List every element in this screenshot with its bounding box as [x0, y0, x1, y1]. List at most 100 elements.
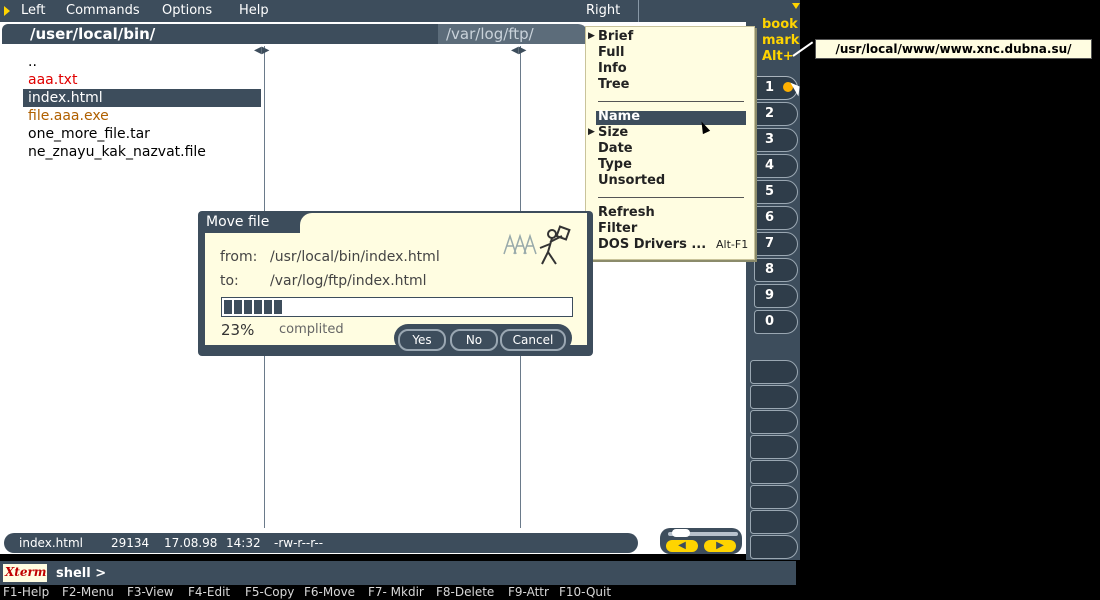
bookmark-slot[interactable]: [750, 410, 798, 434]
fkey-mkdir[interactable]: F7- Mkdir: [368, 585, 424, 599]
shell-bar: Xterm shell >: [0, 561, 796, 585]
menu-item-date[interactable]: Date: [598, 141, 633, 157]
bookmark-slot[interactable]: [750, 460, 798, 484]
menu-item-dos-drivers[interactable]: DOS Drivers ...: [598, 237, 706, 253]
progress-fill: [224, 300, 284, 314]
no-button[interactable]: No: [450, 329, 498, 351]
bookmark-5[interactable]: 5: [754, 180, 798, 204]
corner-arrow-icon: [792, 3, 800, 9]
function-keys: F1-Help F2-Menu F3-View F4-Edit F5-Copy …: [0, 585, 800, 600]
to-value: /var/log/ftp/index.html: [270, 273, 427, 289]
fkey-menu[interactable]: F2-Menu: [62, 585, 114, 599]
bookmark-4[interactable]: 4: [754, 154, 798, 178]
bookmark-slot[interactable]: [750, 360, 798, 384]
menu-item-info[interactable]: Info: [598, 61, 627, 77]
menu-item-type[interactable]: Type: [598, 157, 632, 173]
menu-item-name[interactable]: Name: [598, 109, 640, 125]
menu-options[interactable]: Options: [162, 3, 212, 18]
menu-left[interactable]: Left: [21, 3, 45, 18]
left-path-tab[interactable]: /user/local/bin/: [2, 24, 442, 44]
progress-segment: [254, 300, 262, 314]
right-path: /var/log/ftp/: [446, 25, 534, 43]
to-label: to:: [220, 273, 239, 289]
bookmark-tooltip: /usr/local/www/www.xnc.dubna.su/: [815, 39, 1092, 59]
menu-item-unsorted[interactable]: Unsorted: [598, 173, 665, 189]
progress-segment: [264, 300, 272, 314]
menu-bar: Left Commands Options Help Right: [0, 0, 746, 23]
menu-divider: [638, 0, 639, 22]
fkey-view[interactable]: F3-View: [127, 585, 174, 599]
menu-right[interactable]: Right: [586, 3, 620, 18]
progress-segment: [274, 300, 282, 314]
xterm-logo[interactable]: Xterm: [3, 564, 47, 582]
status-filename: index.html: [19, 536, 83, 550]
file-item-file-aaa-exe[interactable]: file.aaa.exe: [28, 107, 109, 125]
from-value: /usr/local/bin/index.html: [270, 249, 440, 265]
cancel-button[interactable]: Cancel: [500, 329, 566, 351]
fkey-copy[interactable]: F5-Copy: [245, 585, 294, 599]
fkey-help[interactable]: F1-Help: [3, 585, 49, 599]
shell-prompt[interactable]: shell >: [56, 566, 106, 581]
progress-segment: [224, 300, 232, 314]
status-time: 14:32: [226, 536, 261, 550]
menu-item-size[interactable]: Size: [598, 125, 628, 141]
scroll-left-icon[interactable]: ◀: [666, 540, 698, 552]
bookmark-7[interactable]: 7: [754, 232, 798, 256]
bookmark-9[interactable]: 9: [754, 284, 798, 308]
menu-separator: [598, 101, 744, 102]
view-dropdown-menu: ▶ Brief Full Info Tree Name ▶ Size Date …: [585, 26, 755, 260]
scroll-thumb[interactable]: [672, 529, 690, 537]
bookmark-8[interactable]: 8: [754, 258, 798, 282]
corner-arrow-icon: [4, 6, 10, 16]
fkey-delete[interactable]: F8-Delete: [436, 585, 494, 599]
moving-file-icon: [496, 224, 572, 268]
bookmark-slot[interactable]: [750, 385, 798, 409]
fkey-move[interactable]: F6-Move: [304, 585, 355, 599]
file-item-aaa-txt[interactable]: aaa.txt: [28, 71, 77, 89]
bookmark-3[interactable]: 3: [754, 128, 798, 152]
progress-bar: [221, 297, 573, 317]
bookmark-6[interactable]: 6: [754, 206, 798, 230]
fkey-attr[interactable]: F9-Attr: [508, 585, 549, 599]
file-item-ne-znayu[interactable]: ne_znayu_kak_nazvat.file: [28, 143, 206, 161]
triangle-right-icon: ▶: [588, 31, 595, 41]
status-perms: -rw-r--r--: [274, 536, 324, 550]
dialog-title: Move file: [206, 214, 270, 230]
menu-item-filter[interactable]: Filter: [598, 221, 637, 237]
menu-item-full[interactable]: Full: [598, 45, 624, 61]
progress-segment: [234, 300, 242, 314]
status-bar: index.html 29134 17.08.98 14:32 -rw-r--r…: [4, 533, 638, 553]
bookmark-slot[interactable]: [750, 535, 798, 559]
scroll-right-icon[interactable]: ▶: [704, 540, 736, 552]
fkey-quit[interactable]: F10-Quit: [559, 585, 611, 599]
bookmark-1[interactable]: 1: [754, 76, 798, 100]
bookmark-2[interactable]: 2: [754, 102, 798, 126]
menu-item-brief[interactable]: Brief: [598, 29, 633, 45]
bookmark-slot[interactable]: [750, 485, 798, 509]
menu-help[interactable]: Help: [239, 3, 269, 18]
bookmark-0[interactable]: 0: [754, 310, 798, 334]
menu-item-refresh[interactable]: Refresh: [598, 205, 655, 221]
column-resize-icon[interactable]: ◀▶: [254, 45, 269, 56]
file-item-one-more-file[interactable]: one_more_file.tar: [28, 125, 150, 143]
column-resize-icon[interactable]: ◀▶: [511, 45, 526, 56]
yes-button[interactable]: Yes: [398, 329, 446, 351]
file-item-index-html[interactable]: index.html: [28, 89, 103, 107]
file-item-parent[interactable]: ..: [28, 53, 37, 71]
triangle-right-icon: ▶: [588, 127, 595, 137]
bookmark-slot[interactable]: [750, 435, 798, 459]
status-size: 29134: [111, 536, 150, 550]
progress-status: complited: [279, 322, 344, 337]
progress-percent: 23%: [221, 321, 255, 339]
progress-segment: [244, 300, 252, 314]
bookmark-slot[interactable]: [750, 510, 798, 534]
menu-item-tree[interactable]: Tree: [598, 77, 629, 93]
right-path-tab[interactable]: /var/log/ftp/: [438, 24, 588, 44]
status-date: 17.08.98: [164, 536, 218, 550]
menu-commands[interactable]: Commands: [66, 3, 140, 18]
from-label: from:: [220, 249, 258, 265]
menu-separator: [598, 197, 744, 198]
fkey-edit[interactable]: F4-Edit: [188, 585, 230, 599]
bookmark-header: book mark Alt+: [758, 14, 800, 70]
left-path: /user/local/bin/: [30, 25, 156, 43]
